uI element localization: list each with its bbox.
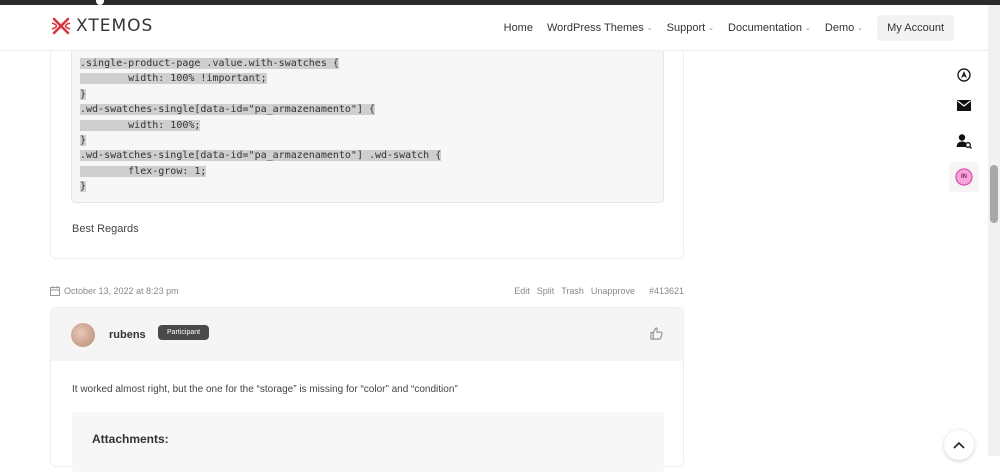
nav-home[interactable]: Home bbox=[504, 22, 533, 34]
reply-date: October 13, 2022 at 8:23 pm bbox=[50, 286, 179, 296]
mail-button[interactable] bbox=[949, 90, 979, 120]
reply-post: rubens Participant It worked almost righ… bbox=[50, 307, 684, 472]
profile-badge-text: IN bbox=[961, 174, 967, 180]
nav-wordpress-themes-label: WordPress Themes bbox=[546, 22, 644, 34]
thumbs-up-icon bbox=[650, 327, 663, 340]
nav-demo[interactable]: Demo ⌄ bbox=[825, 22, 863, 34]
chevron-up-icon bbox=[953, 441, 965, 449]
scrollbar-thumb[interactable] bbox=[990, 165, 998, 223]
xtemos-logo-icon bbox=[51, 17, 71, 35]
user-search-icon bbox=[956, 134, 972, 149]
like-button[interactable] bbox=[650, 327, 663, 345]
chevron-down-icon: ⌄ bbox=[857, 25, 864, 32]
post-signature: Best Regards bbox=[72, 223, 139, 235]
main-nav: Home WordPress Themes ⌄ Support ⌄ Document… bbox=[504, 5, 988, 51]
calendar-icon bbox=[50, 286, 60, 296]
site-header: XTEMOS Home WordPress Themes ⌄ Support ⌄ D… bbox=[0, 5, 988, 51]
nav-support-label: Support bbox=[666, 22, 706, 34]
chevron-down-icon: ⌄ bbox=[708, 25, 715, 32]
reply-body: It worked almost right, but the one for … bbox=[72, 384, 458, 395]
reply-date-text: October 13, 2022 at 8:23 pm bbox=[64, 286, 179, 296]
unapprove-link[interactable]: Unapprove bbox=[591, 286, 635, 296]
code-line: flex-grow: 1; bbox=[80, 165, 207, 177]
nav-support[interactable]: Support ⌄ bbox=[667, 22, 714, 34]
edit-link[interactable]: Edit bbox=[514, 286, 530, 296]
reply-author-bar: rubens Participant bbox=[51, 308, 683, 361]
chevron-down-icon: ⌄ bbox=[646, 25, 653, 32]
code-line: .wd-swatches-single[data-id="pa_armazena… bbox=[80, 150, 442, 162]
code-line: } bbox=[80, 181, 87, 193]
code-block: .single-product-page .value.with-swatche… bbox=[71, 51, 664, 203]
compass-icon bbox=[957, 68, 971, 82]
compass-button[interactable] bbox=[949, 60, 979, 90]
brand-logo[interactable]: XTEMOS bbox=[50, 15, 153, 37]
code-line: } bbox=[80, 135, 87, 147]
profile-badge-button[interactable]: IN bbox=[949, 162, 979, 192]
split-link[interactable]: Split bbox=[537, 286, 555, 296]
attachments-box: Attachments: bbox=[72, 412, 664, 472]
trash-link[interactable]: Trash bbox=[561, 286, 584, 296]
nav-demo-label: Demo bbox=[824, 22, 855, 34]
reply-admin-actions: Edit Split Trash Unapprove #413621 bbox=[507, 286, 684, 296]
nav-home-label: Home bbox=[503, 22, 533, 34]
code-line: } bbox=[80, 88, 87, 100]
nav-documentation-label: Documentation bbox=[728, 22, 803, 34]
reply-permalink[interactable]: #413621 bbox=[649, 286, 684, 296]
attachments-title: Attachments: bbox=[92, 432, 169, 446]
nav-documentation[interactable]: Documentation ⌄ bbox=[728, 22, 811, 34]
code-line: width: 100%; bbox=[80, 119, 201, 131]
chevron-down-icon: ⌄ bbox=[805, 25, 811, 32]
author-name[interactable]: rubens bbox=[109, 329, 146, 341]
code-line: .wd-swatches-single[data-id="pa_armazena… bbox=[80, 104, 376, 116]
code-line: .single-product-page .value.with-swatche… bbox=[80, 58, 339, 69]
my-account-button[interactable]: My Account bbox=[877, 15, 954, 41]
code-line: width: 100% !important; bbox=[80, 73, 267, 85]
user-search-button[interactable] bbox=[949, 126, 979, 156]
avatar[interactable] bbox=[71, 323, 95, 347]
nav-wordpress-themes[interactable]: WordPress Themes ⌄ bbox=[547, 22, 653, 34]
reply-post-previous: .single-product-page .value.with-swatche… bbox=[50, 51, 684, 259]
brand-name: XTEMOS bbox=[76, 16, 154, 36]
role-badge: Participant bbox=[158, 325, 210, 340]
mail-icon bbox=[957, 99, 971, 111]
reply-meta: October 13, 2022 at 8:23 pm Edit Split T… bbox=[50, 286, 684, 300]
page-scrollbar[interactable] bbox=[988, 5, 1000, 456]
